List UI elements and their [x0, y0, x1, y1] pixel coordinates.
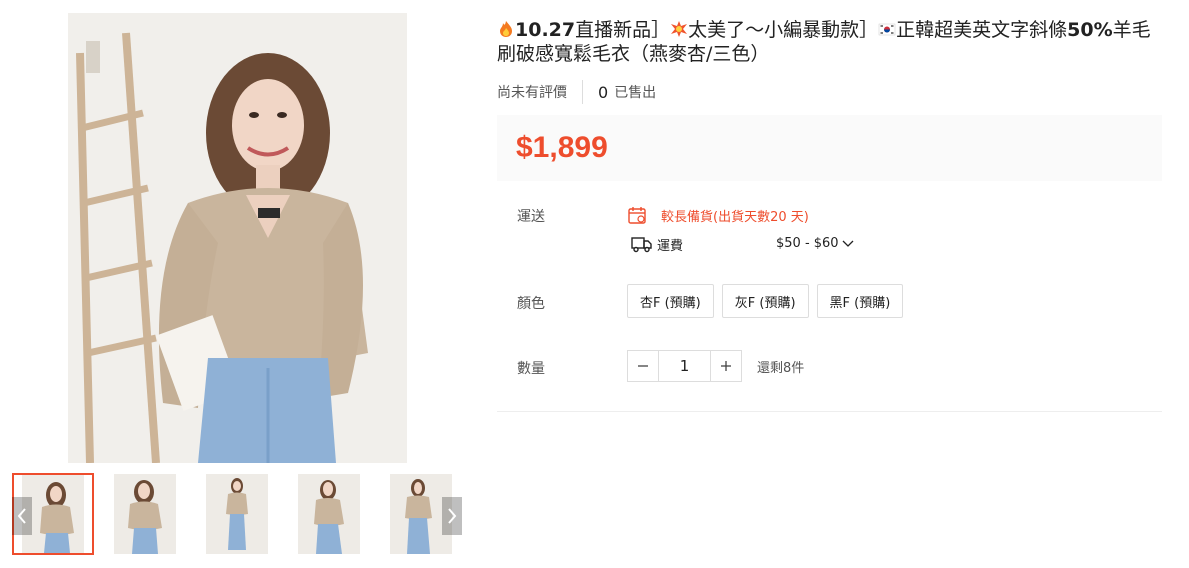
divider: [582, 80, 583, 104]
thumbnail-strip: [12, 473, 464, 555]
thumbnail-next-button[interactable]: [442, 497, 462, 535]
product-title: 10.27直播新品］ 太美了～小編暴動款］ 正韓超美英文字斜條50%羊毛刷破感寬鬆毛…: [497, 18, 1162, 66]
shipping-fee-range: $50 - $60: [776, 236, 839, 251]
stock-remaining: 還剩8件: [757, 360, 805, 376]
rating-sold-bar: 尚未有評價 0 已售出: [497, 80, 656, 104]
calendar-icon: [628, 207, 646, 224]
shipping-lead-time: 較長備貨(出貨天數20 天): [627, 205, 809, 225]
minus-icon: [638, 365, 648, 367]
title-segment-3: 正韓超美英文字斜條: [896, 19, 1068, 41]
quantity-input[interactable]: 1: [659, 350, 710, 382]
quantity-stepper: 1 還剩8件: [627, 350, 804, 382]
color-options: 杏F (預購) 灰F (預購) 黑F (預購): [627, 284, 911, 318]
product-photo: [68, 13, 407, 463]
rating-text[interactable]: 尚未有評價: [497, 82, 567, 102]
thumbnail-prev-button[interactable]: [12, 497, 32, 535]
shipping-fee-row: 運費: [631, 234, 683, 254]
collision-emoji-icon: [671, 21, 688, 37]
truck-icon: [631, 237, 652, 253]
chevron-down-icon: [842, 240, 854, 247]
korea-flag-icon: [878, 23, 896, 36]
color-option-black[interactable]: 黑F (預購): [816, 284, 904, 318]
sold-count: 0: [598, 82, 609, 102]
title-segment-2: 太美了～小編暴動款］: [688, 19, 879, 41]
shipping-fee-dropdown[interactable]: $50 - $60: [776, 236, 854, 251]
shipping-label: 運送: [517, 209, 545, 225]
fire-emoji-icon: [500, 21, 512, 37]
divider: [497, 411, 1162, 412]
plus-icon: [721, 361, 731, 371]
main-product-image[interactable]: [68, 13, 407, 463]
thumbnail-2[interactable]: [104, 473, 186, 555]
lead-time-text: 較長備貨(出貨天數20 天): [661, 209, 809, 225]
thumbnail-image: [298, 474, 360, 554]
thumbnail-image: [206, 474, 268, 554]
color-option-apricot[interactable]: 杏F (預購): [627, 284, 714, 318]
title-segment-1: 直播新品］: [575, 19, 671, 41]
price: $1,899: [516, 131, 608, 164]
title-date: 10.27: [515, 19, 576, 41]
sold-label: 已售出: [614, 85, 657, 101]
quantity-decrease-button[interactable]: [627, 350, 659, 382]
thumbnail-image: [114, 474, 176, 554]
color-option-grey[interactable]: 灰F (預購): [721, 284, 809, 318]
title-wool-percent: 50%: [1067, 19, 1113, 41]
chevron-right-icon: [448, 508, 457, 524]
shipping-fee-label: 運費: [657, 238, 684, 254]
quantity-increase-button[interactable]: [710, 350, 742, 382]
thumbnail-3[interactable]: [196, 473, 278, 555]
quantity-label: 數量: [517, 361, 545, 377]
thumbnail-4[interactable]: [288, 473, 370, 555]
color-label: 顏色: [517, 296, 545, 312]
chevron-left-icon: [17, 508, 26, 524]
price-box: $1,899: [497, 115, 1162, 181]
